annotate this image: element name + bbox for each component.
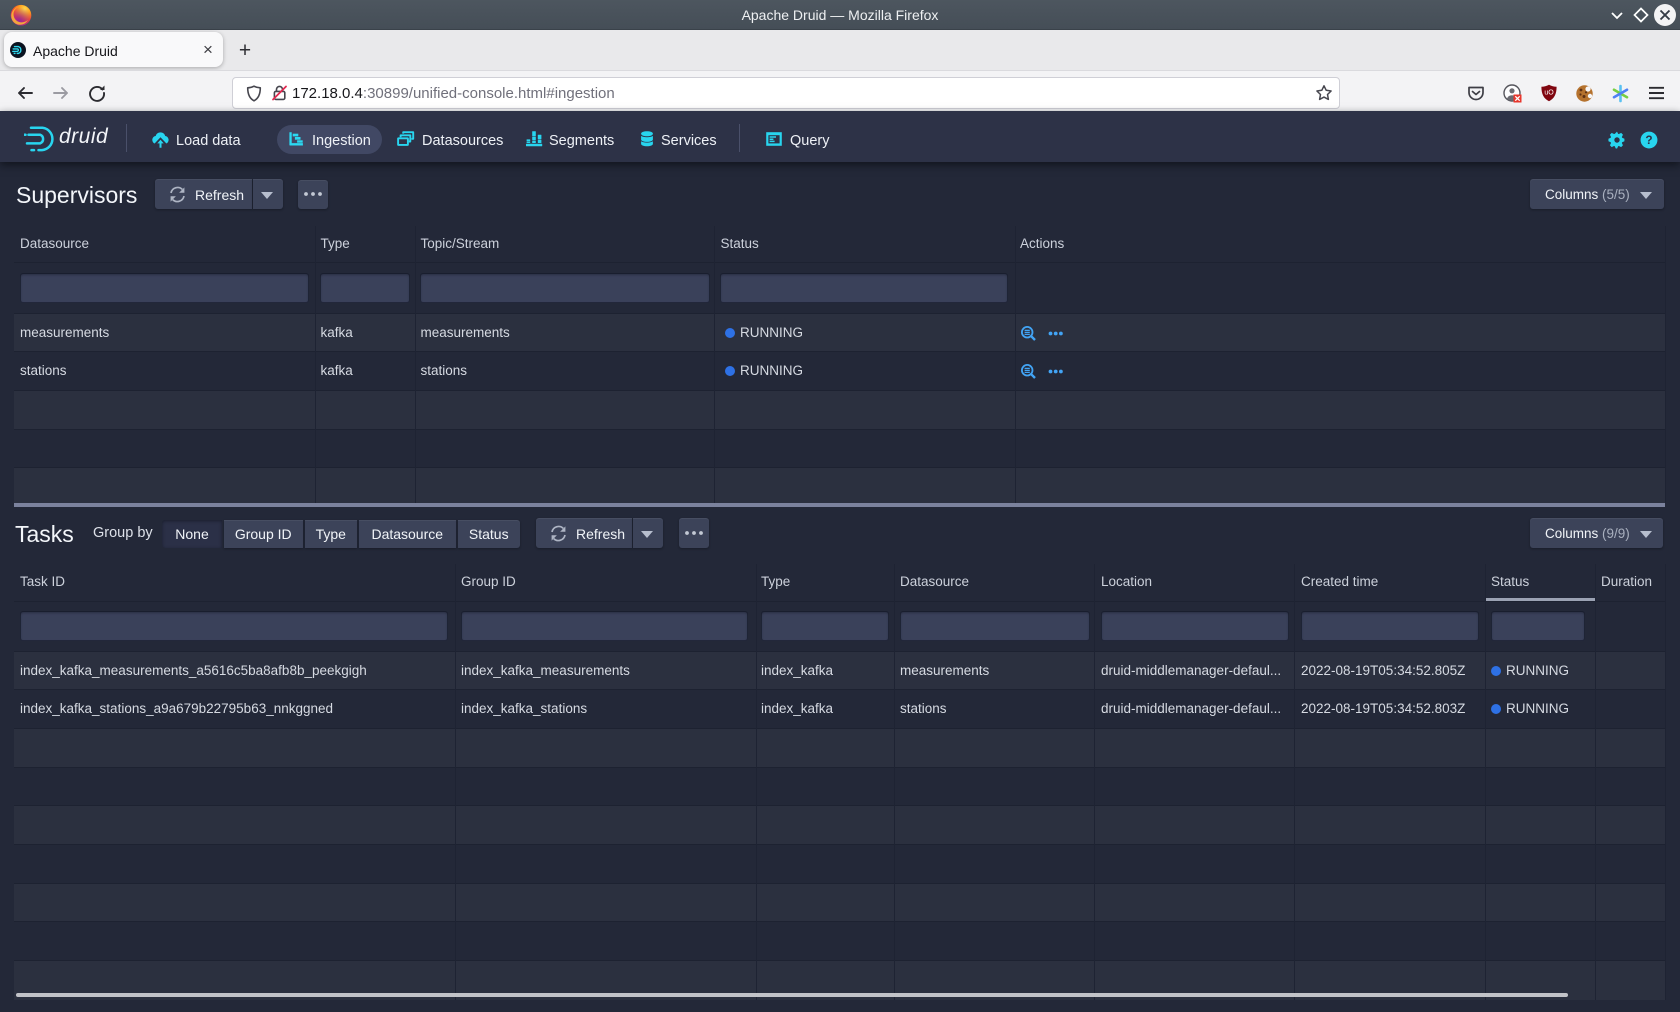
svg-text:uO: uO [1544, 90, 1554, 97]
svg-text:?: ? [1645, 133, 1652, 147]
